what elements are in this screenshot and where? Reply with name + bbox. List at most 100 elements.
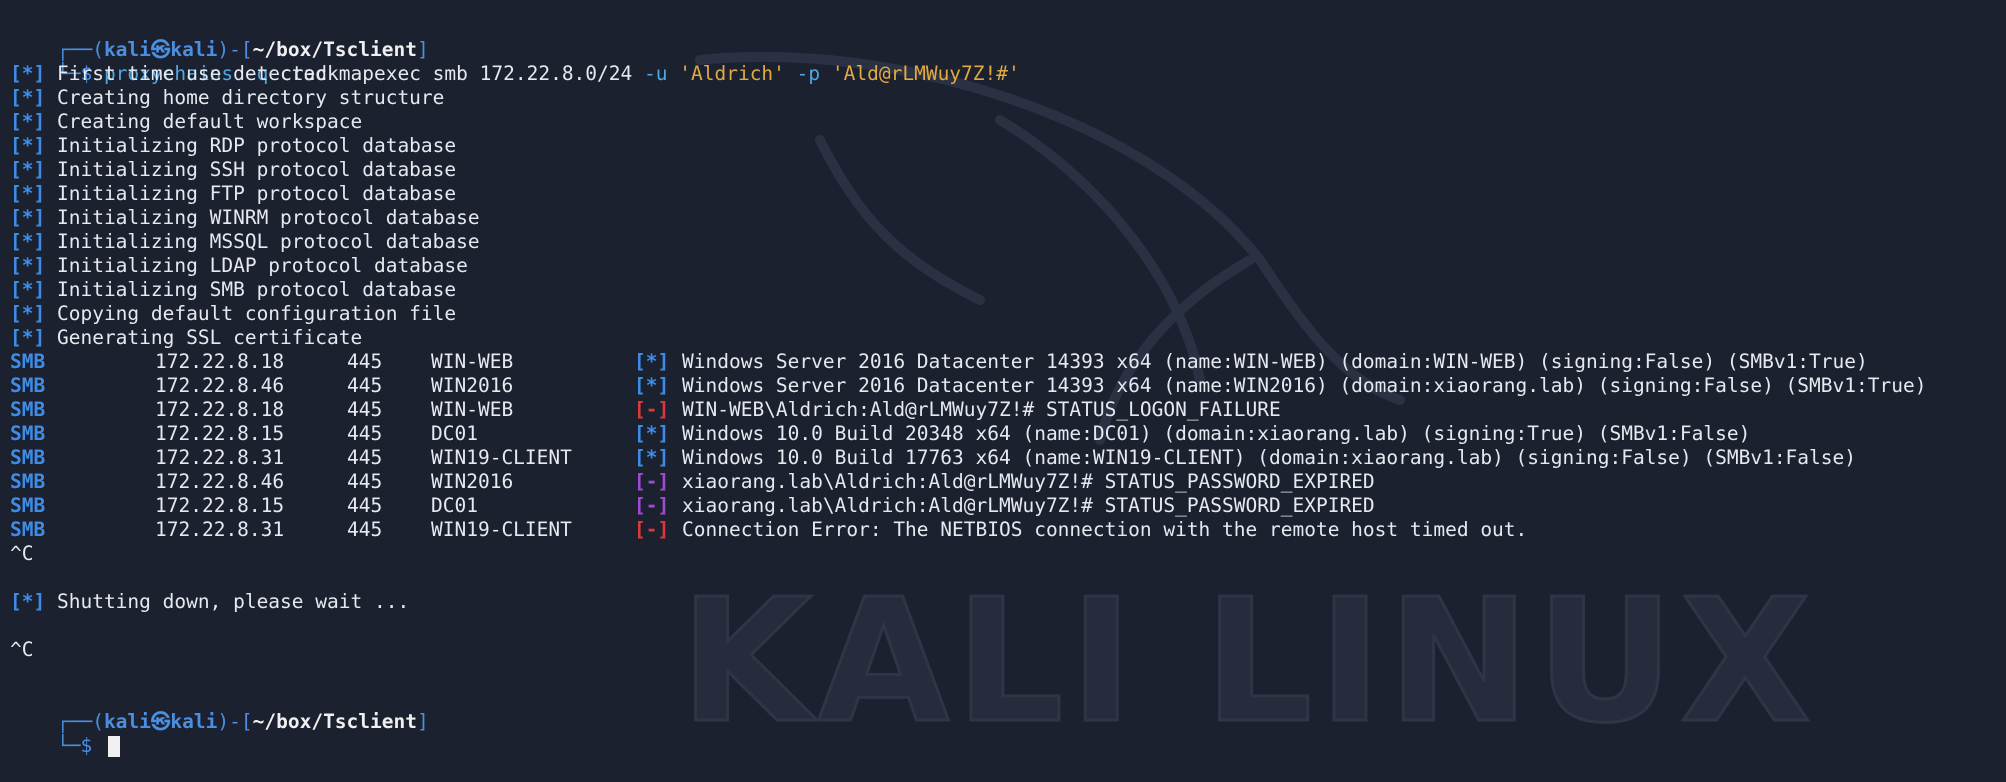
info-line: [*] Initializing SSH protocol database (10, 158, 2006, 182)
text-cursor[interactable] (107, 736, 120, 757)
smb-message: Connection Error: The NETBIOS connection… (682, 518, 1528, 541)
smb-port: 445 (347, 470, 383, 493)
info-text: Initializing WINRM protocol database (56, 206, 480, 229)
smb-port: 445 (347, 374, 383, 397)
command-line: └─$ proxychains -q crackmapexec smb 172.… (10, 38, 2006, 85)
prompt-arrow: └─$ (56, 734, 104, 757)
smb-row: SMB 172.22.8.31 445 WIN19-CLIENT [-] Connecti… (10, 518, 2006, 542)
info-marker: [*] (10, 86, 46, 109)
smb-proto: SMB (10, 422, 46, 445)
info-line: [*] Copying default configuration file (10, 302, 2006, 326)
info-text: Initializing FTP protocol database (56, 182, 457, 205)
info-line: [*] Creating default workspace (10, 110, 2006, 134)
smb-ip: 172.22.8.18 (155, 350, 285, 373)
info-text: Generating SSL certificate (56, 326, 363, 349)
info-marker: [*] (10, 134, 46, 157)
smb-proto: SMB (10, 494, 46, 517)
smb-message: Windows 10.0 Build 17763 x64 (name:WIN19… (682, 446, 1856, 469)
smb-row: SMB 172.22.8.18 445 WIN-WEB [-] WIN-WEB\Aldri… (10, 398, 2006, 422)
smb-ip: 172.22.8.31 (155, 446, 285, 469)
smb-hostname: WIN-WEB (431, 398, 514, 421)
smb-hostname: WIN2016 (431, 470, 514, 493)
info-line: [*] Initializing RDP protocol database (10, 134, 2006, 158)
smb-message: WIN-WEB\Aldrich:Ald@rLMWuy7Z!# STATUS_LO… (682, 398, 1281, 421)
smb-proto: SMB (10, 398, 46, 421)
shutdown-text: Shutting down, please wait ... (56, 590, 410, 613)
info-marker: [*] (10, 158, 46, 181)
smb-ip: 172.22.8.18 (155, 398, 285, 421)
shutdown-line: [*] Shutting down, please wait ... (10, 590, 2006, 614)
smb-ip: 172.22.8.46 (155, 374, 285, 397)
smb-status: [-] (634, 518, 670, 541)
interrupt-line-2: ^C (10, 638, 2006, 662)
info-marker: [*] (10, 62, 46, 85)
info-marker: [*] (10, 110, 46, 133)
info-marker: [*] (10, 326, 46, 349)
info-text: Initializing SMB protocol database (56, 278, 457, 301)
info-lines: [*] First time use detected [*] Creating … (10, 62, 2006, 350)
smb-status: [-] (634, 494, 670, 517)
info-line: [*] Initializing SMB protocol database (10, 278, 2006, 302)
smb-message: xiaorang.lab\Aldrich:Ald@rLMWuy7Z!# STAT… (682, 494, 1375, 517)
smb-message: xiaorang.lab\Aldrich:Ald@rLMWuy7Z!# STAT… (682, 470, 1375, 493)
info-text: Copying default configuration file (56, 302, 457, 325)
terminal-output: ┌──(kali㉿kali)-[~/box/Tsclient] └─$ prox… (10, 14, 2006, 757)
smb-proto: SMB (10, 350, 46, 373)
smb-row: SMB 172.22.8.15 445 DC01 [*] Windows 10.0 Bui… (10, 422, 2006, 446)
info-text: First time use detected (56, 62, 328, 85)
smb-row: SMB 172.22.8.46 445 WIN2016 [-] xiaorang.lab\… (10, 470, 2006, 494)
smb-port: 445 (347, 494, 383, 517)
smb-status: [-] (634, 470, 670, 493)
smb-proto: SMB (10, 470, 46, 493)
smb-results: SMB 172.22.8.18 445 WIN-WEB [*] Windows Serve… (10, 350, 2006, 542)
smb-hostname: WIN-WEB (431, 350, 514, 373)
smb-row: SMB 172.22.8.46 445 WIN2016 [*] Windows Serve… (10, 374, 2006, 398)
prompt-line-2: ┌──(kali㉿kali)-[~/box/Tsclient] (10, 686, 2006, 733)
smb-message: Windows Server 2016 Datacenter 14393 x64… (682, 350, 1868, 373)
smb-hostname: DC01 (431, 422, 478, 445)
info-line: [*] Initializing WINRM protocol database (10, 206, 2006, 230)
info-marker: [*] (10, 230, 46, 253)
info-marker: [*] (10, 278, 46, 301)
info-marker: [*] (10, 590, 46, 613)
smb-row: SMB 172.22.8.31 445 WIN19-CLIENT [*] Windows … (10, 446, 2006, 470)
info-marker: [*] (10, 302, 46, 325)
smb-status: [*] (634, 350, 670, 373)
input-line[interactable]: └─$ (10, 710, 2006, 757)
smb-row: SMB 172.22.8.15 445 DC01 [-] xiaorang.lab\Ald… (10, 494, 2006, 518)
smb-message: Windows 10.0 Build 20348 x64 (name:DC01)… (682, 422, 1751, 445)
smb-message: Windows Server 2016 Datacenter 14393 x64… (682, 374, 1927, 397)
smb-ip: 172.22.8.15 (155, 494, 285, 517)
smb-status: [*] (634, 422, 670, 445)
smb-status: [*] (634, 446, 670, 469)
smb-proto: SMB (10, 446, 46, 469)
info-line: [*] Creating home directory structure (10, 86, 2006, 110)
info-line: [*] Generating SSL certificate (10, 326, 2006, 350)
interrupt-text: ^C (10, 542, 34, 565)
smb-status: [-] (634, 398, 670, 421)
smb-ip: 172.22.8.46 (155, 470, 285, 493)
smb-ip: 172.22.8.31 (155, 518, 285, 541)
smb-hostname: WIN19-CLIENT (431, 446, 572, 469)
smb-proto: SMB (10, 518, 46, 541)
smb-proto: SMB (10, 374, 46, 397)
info-line: [*] Initializing MSSQL protocol database (10, 230, 2006, 254)
smb-port: 445 (347, 446, 383, 469)
smb-port: 445 (347, 422, 383, 445)
info-marker: [*] (10, 182, 46, 205)
smb-hostname: DC01 (431, 494, 478, 517)
info-marker: [*] (10, 206, 46, 229)
info-text: Creating home directory structure (56, 86, 445, 109)
smb-hostname: WIN19-CLIENT (431, 518, 572, 541)
smb-port: 445 (347, 350, 383, 373)
info-text: Initializing SSH protocol database (56, 158, 457, 181)
info-marker: [*] (10, 254, 46, 277)
smb-port: 445 (347, 398, 383, 421)
interrupt-line-1: ^C (10, 542, 2006, 566)
prompt-line-1: ┌──(kali㉿kali)-[~/box/Tsclient] (10, 14, 2006, 61)
info-line: [*] Initializing LDAP protocol database (10, 254, 2006, 278)
smb-ip: 172.22.8.15 (155, 422, 285, 445)
